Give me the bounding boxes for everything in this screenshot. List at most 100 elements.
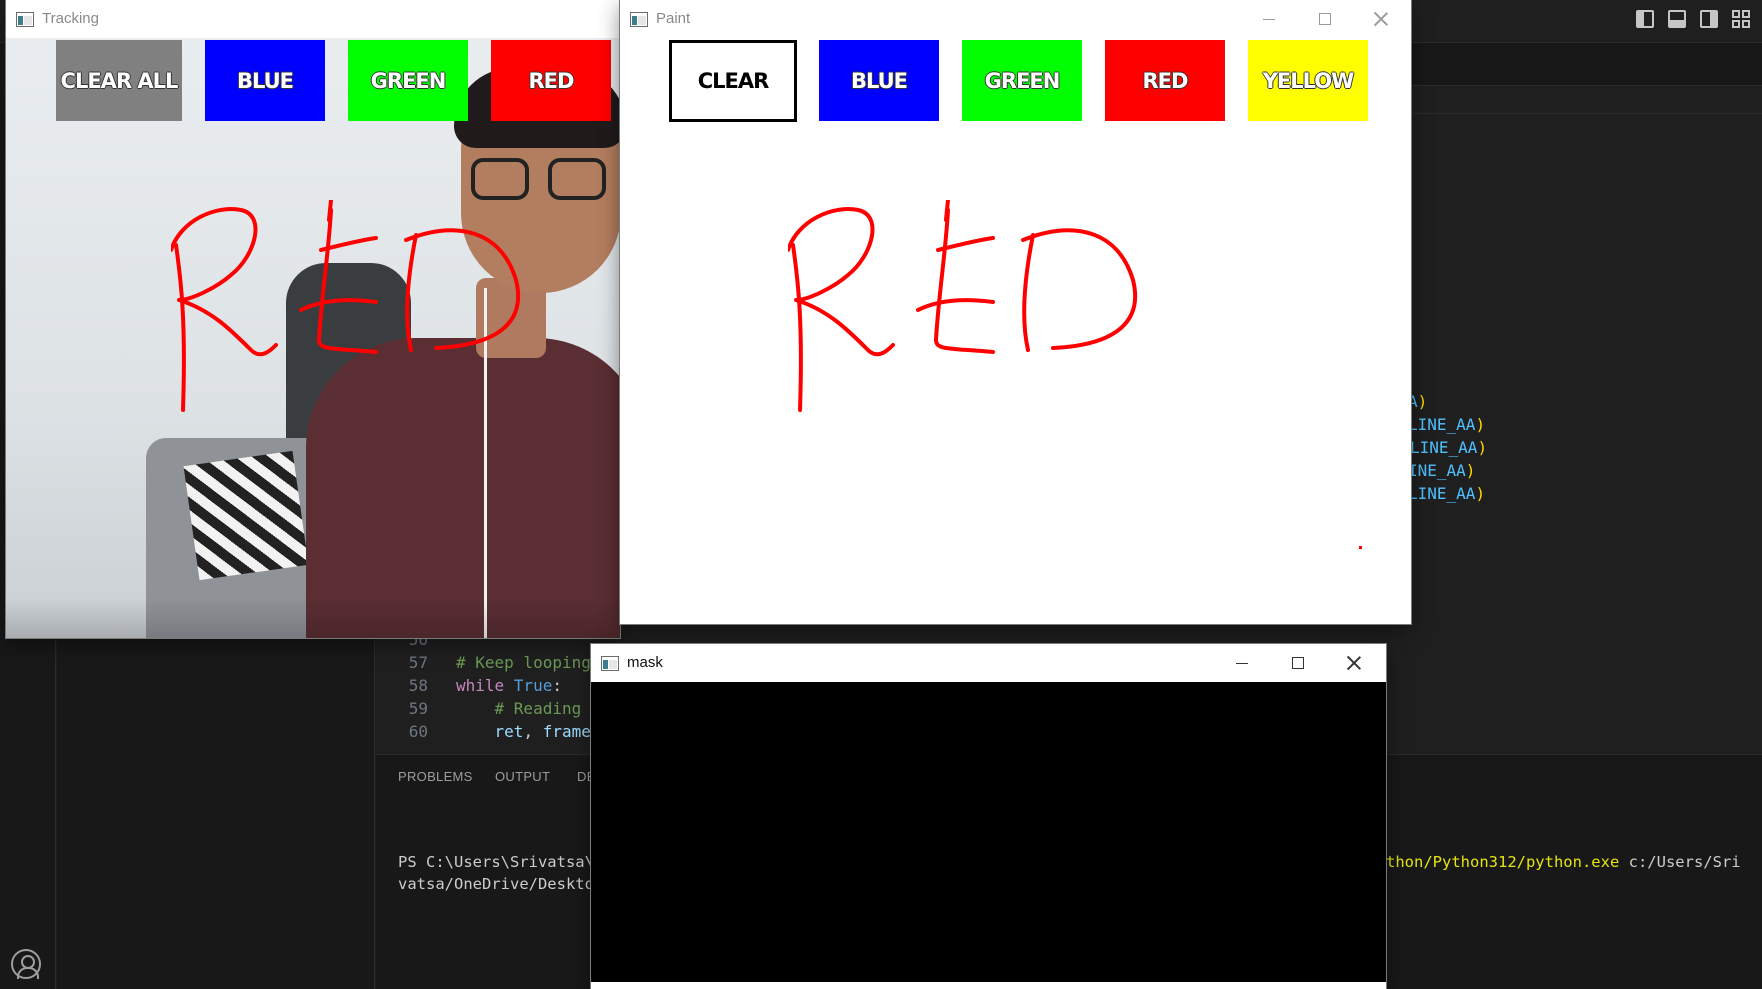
code-token: # Reading [456,699,582,718]
letter-r-stroke [171,207,278,357]
green-color-button[interactable]: GREEN [348,40,468,121]
maximize-button[interactable] [1270,644,1326,682]
terminal-prompt: PS C:\Users\Srivatsa\C [398,853,604,871]
letter-r-stem [791,243,803,412]
button-label: CLEAR ALL [60,68,179,93]
minimize-button[interactable] [1214,644,1270,682]
toggle-primary-sidebar-icon[interactable] [1636,10,1654,28]
window-title: Paint [656,10,691,27]
code-token: ) [1465,461,1476,480]
letter-e-tick [327,200,333,222]
yellow-color-button[interactable]: YELLOW [1248,40,1368,121]
tracking-titlebar[interactable]: Tracking [6,0,620,38]
app-window-icon [601,656,619,671]
account-icon[interactable] [11,949,41,979]
tracking-window[interactable]: Tracking CLEAR ALL BLUE GREEN RED [6,0,620,638]
maximize-icon [1319,13,1331,25]
toggle-secondary-sidebar-icon[interactable] [1700,10,1718,28]
letter-d-bowl [1021,228,1138,350]
app-window-icon [630,12,648,27]
code-fragment: LINE_AA) [1410,436,1487,459]
code-line: # Reading [456,697,582,720]
mask-titlebar[interactable]: mask [591,644,1386,682]
terminal-python-path: thon/Python312/python.exe [1386,853,1620,871]
code-token: ) [1475,484,1486,503]
code-token: LINE_AA [1410,438,1478,457]
minimize-button[interactable] [1241,0,1297,38]
terminal-path-continued: vatsa/OneDrive/Desktop [398,875,604,893]
close-icon [1347,656,1361,670]
terminal-command: thon/Python312/python.exe c:/Users/Sri [1386,853,1741,871]
paint-titlebar[interactable]: Paint [620,0,1411,38]
code-token: LINE_AA [1408,484,1476,503]
letter-d-stem [1022,233,1035,352]
window-title: Tracking [42,10,99,27]
tab-problems[interactable]: PROBLEMS [398,769,473,784]
letter-e-spine [317,208,378,354]
pillow [183,450,309,581]
paint-canvas-drawing [788,200,1138,412]
code-token: while [456,676,514,695]
close-button[interactable] [1353,0,1409,38]
code-token: : [552,676,562,695]
glasses-right-lens [548,158,606,200]
code-fragment: LINE_AA) [1408,413,1485,436]
code-token: ) [1477,438,1488,457]
tab-output[interactable]: OUTPUT [495,769,550,784]
paint-window[interactable]: Paint CLEAR BLUE GREEN RED YELLOW [620,0,1411,624]
layout-controls [1636,10,1750,28]
code-token: ret [456,722,524,741]
stray-dot [1359,546,1362,549]
blue-color-button[interactable]: BLUE [819,40,939,121]
close-button[interactable] [1326,644,1382,682]
letter-d-stem [405,233,418,352]
code-token: ) [1417,392,1428,411]
green-color-button[interactable]: GREEN [962,40,1082,121]
code-line: while True: [456,674,562,697]
code-fragment: INE_AA) [1408,459,1475,482]
blue-color-button[interactable]: BLUE [205,40,325,121]
minimize-icon [1236,662,1248,664]
letter-e-middle [916,298,995,312]
letter-r-stroke [788,207,895,357]
clear-all-button[interactable]: CLEAR ALL [56,40,182,121]
clear-button[interactable]: CLEAR [669,40,797,122]
glasses-left-lens [471,158,529,200]
code-token: frame [542,722,591,741]
mask-view [591,682,1386,982]
line-number: 60 [408,722,428,741]
floor-shadow [6,598,620,638]
line-number: 58 [408,676,428,695]
close-icon [1374,12,1388,26]
code-token: , [523,722,543,741]
code-token: INE_AA [1408,461,1466,480]
mask-window[interactable]: mask [591,644,1386,989]
button-label: RED [528,68,575,93]
minimize-icon [1263,18,1275,20]
button-label: GREEN [984,68,1061,93]
customize-layout-icon[interactable] [1732,10,1750,28]
letter-e-spine [934,208,995,354]
code-token: # Keep looping [456,653,591,672]
app-window-icon [16,12,34,27]
code-token: True [513,676,553,695]
code-line: ret, frame [456,720,591,743]
freehand-drawing [171,200,521,412]
window-title: mask [627,654,663,671]
button-label: RED [1142,68,1189,93]
letter-e-middle [299,298,378,312]
letter-e-tick [944,200,950,222]
line-number: 57 [408,653,428,672]
maximize-button[interactable] [1297,0,1353,38]
terminal-script-path: c:/Users/Sri [1619,853,1741,871]
maximize-icon [1292,657,1304,669]
red-color-button[interactable]: RED [1105,40,1225,121]
toggle-panel-icon[interactable] [1668,10,1686,28]
letter-r-stem [174,243,186,412]
button-label: BLUE [236,68,294,93]
button-label: GREEN [370,68,447,93]
button-label: BLUE [850,68,908,93]
red-color-button[interactable]: RED [491,40,611,121]
code-fragment: LINE_AA) [1408,482,1485,505]
code-token: ) [1475,415,1486,434]
